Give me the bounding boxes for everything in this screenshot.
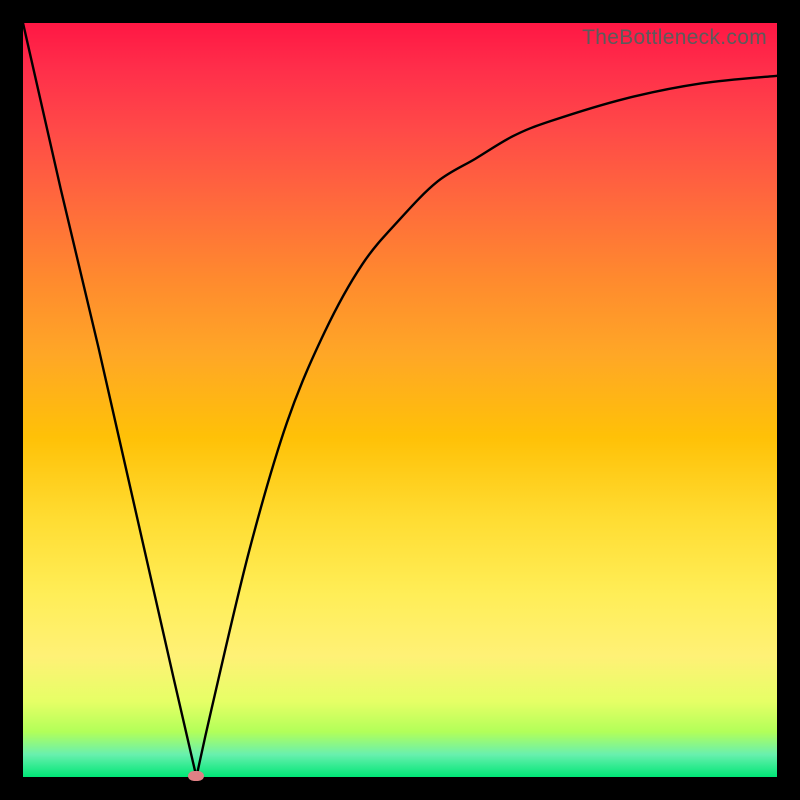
bottleneck-curve <box>23 23 777 777</box>
chart-frame: TheBottleneck.com <box>0 0 800 800</box>
minimum-marker <box>188 771 204 781</box>
plot-area: TheBottleneck.com <box>23 23 777 777</box>
